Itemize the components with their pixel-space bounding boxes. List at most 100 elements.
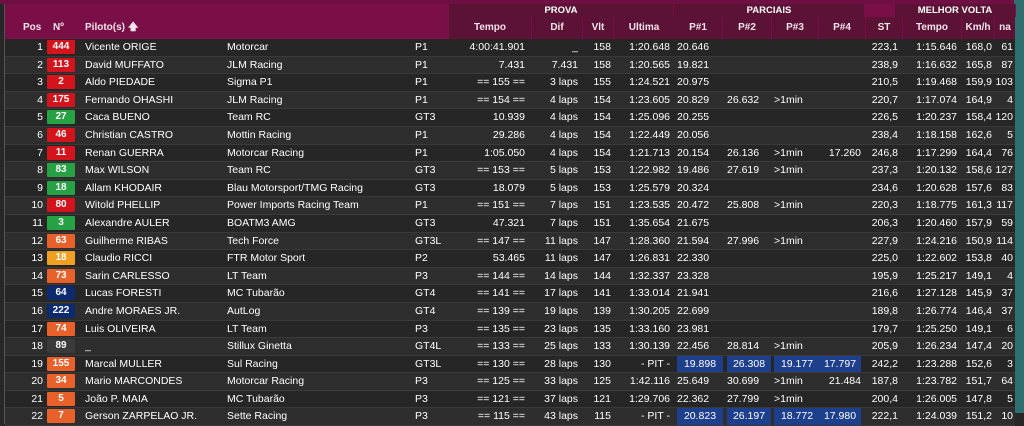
cell-cat: P1 [415, 93, 428, 106]
cell-dif: 23 laps [544, 322, 578, 335]
table-row[interactable]: 155 19 Marcal MULLER Sul Racing GT3L == 130 =… [5, 355, 1015, 374]
cell-na: 4 [1007, 269, 1013, 282]
cell-vlt: 158 [593, 58, 611, 71]
cell-ultima: 1:32.337 [629, 269, 670, 282]
table-row[interactable]: 74 17 Luis OLIVEIRA LT Team P3 == 135 == 23 la… [5, 320, 1015, 339]
cell-tempo: 7.431 [498, 58, 525, 71]
car-number-badge: 2 [47, 75, 75, 90]
car-number-badge: 27 [47, 110, 75, 125]
cell-mv: 1:17.074 [916, 93, 957, 106]
header-pos[interactable]: Pos [23, 17, 47, 39]
header-mv-tempo[interactable]: Tempo [903, 17, 961, 39]
cell-piloto: Sarin CARLESSO [85, 269, 170, 282]
table-row[interactable]: 73 14 Sarin CARLESSO LT Team P3 == 144 == 14 l… [5, 267, 1015, 286]
table-row[interactable]: 46 6 Christian CASTRO Mottin Racing P1 29.286… [5, 126, 1015, 145]
cell-p2: 30.699 [727, 375, 760, 388]
cell-p1: 21.941 [677, 287, 710, 300]
cell-mv: 1:20.237 [916, 111, 957, 124]
cell-mv: 1:18.775 [916, 199, 957, 212]
header-st[interactable]: ST [866, 17, 902, 39]
cell-dif: 33 laps [544, 375, 578, 388]
cell-pos: 9 [37, 181, 43, 194]
group-parciais: PARCIAIS [674, 4, 865, 17]
header-tempo[interactable]: Tempo [449, 17, 531, 39]
cell-kmh: 158,6 [965, 164, 992, 177]
header-dif[interactable]: Dif [532, 17, 582, 39]
cell-p1: 20.324 [677, 181, 710, 194]
table-row[interactable]: 175 4 Fernando OHASHI JLM Racing P1 == 154 ==… [5, 91, 1015, 110]
cell-na: 37 [1001, 287, 1013, 300]
cell-tempo: == 115 == [477, 410, 525, 423]
cell-cat: GT3 [415, 181, 436, 194]
cell-tempo: == 141 == [477, 287, 525, 300]
cell-kmh: 147,8 [965, 392, 992, 405]
table-row[interactable]: 64 15 Lucas FORESTI MC Tubarão GT4 == 141 == 1… [5, 285, 1015, 303]
cell-dif: 4 laps [549, 146, 578, 159]
cell-p4 [819, 197, 861, 214]
cell-tempo: 53.465 [492, 252, 525, 265]
table-row[interactable]: 83 8 Max WILSON Team RC GT3 == 153 == 5 laps 15… [5, 162, 1015, 180]
table-row[interactable]: 27 5 Caca BUENO Team RC GT3 10.939 4 laps 154 1:… [5, 109, 1015, 127]
cell-p4 [819, 338, 861, 355]
car-number-badge: 3 [47, 215, 75, 230]
cell-na: 40 [1001, 252, 1013, 265]
cell-pos: 4 [37, 93, 43, 106]
table-row[interactable]: 444 1 Vicente ORIGE Motorcar P1 4:00:41.901 _ 1… [5, 39, 1015, 57]
cell-pos: 1 [37, 41, 43, 53]
table-row[interactable]: 80 10 Witold PHELLIP Power Imports Racing T… [5, 197, 1015, 215]
header-kmh[interactable]: Km/h [962, 17, 994, 39]
table-row[interactable]: 113 2 David MUFFATO JLM Racing P1 7.431 7.431 1… [5, 56, 1015, 75]
header-piloto[interactable]: Piloto(s) 🡅 [85, 17, 205, 39]
cell-ultima: 1:33.014 [629, 287, 670, 300]
header-p4[interactable]: P#4 [819, 17, 865, 39]
header-ultima[interactable]: Ultima [614, 17, 674, 39]
header-num[interactable]: Nº [53, 17, 73, 39]
table-row[interactable]: 18 13 Claudio RICCI FTR Motor Sport P2 53.465… [5, 250, 1015, 268]
cell-p3: 19.177 [774, 355, 820, 373]
cell-st: 222,1 [871, 410, 898, 423]
cell-p4 [819, 39, 861, 56]
car-number-badge: 5 [47, 391, 75, 406]
cell-dif: 7.431 [551, 58, 578, 71]
results-rows: 444 1 Vicente ORIGE Motorcar P1 4:00:41.901 _ 1… [5, 39, 1015, 426]
cell-ultima: 1:25.096 [629, 111, 670, 124]
table-row[interactable]: 5 21 João P. MAIA MC Tubarão P3 == 121 == 37 l… [5, 390, 1015, 409]
table-row[interactable]: 18 9 Allam KHODAIR Blau Motorsport/TMG Raci… [5, 179, 1015, 198]
cell-dif: 11 laps [544, 252, 578, 265]
cell-vlt: 121 [593, 392, 611, 405]
table-row[interactable]: 11 7 Renan GUERRA Motorcar Racing P1 1:05.050… [5, 144, 1015, 163]
cell-pos: 11 [32, 216, 43, 229]
cell-equipe: Blau Motorsport/TMG Racing [227, 181, 363, 194]
cell-mv: 1:20.460 [916, 216, 957, 229]
cell-kmh: 152,6 [965, 357, 992, 370]
cell-ultima: 1:23.535 [629, 199, 670, 212]
table-row[interactable]: 34 20 Mario MARCONDES Motorcar Racing P3 == 1… [5, 373, 1015, 391]
header-vlt[interactable]: Vlt [583, 17, 613, 39]
table-row[interactable]: 89 18 _ Stillux Ginetta GT4L == 133 == 25 laps… [5, 338, 1015, 356]
cell-p4 [819, 321, 861, 338]
cell-ultima: 1:33.160 [629, 322, 670, 335]
table-row[interactable]: 222 16 Andre MORAES JR. AutLog GT4 == 139 == 1… [5, 302, 1015, 321]
table-row[interactable]: 2 3 Aldo PIEDADE Sigma P1 P1 == 155 == 3 laps 1… [5, 74, 1015, 92]
cell-p3 [774, 268, 820, 285]
cell-piloto: Allam KHODAIR [85, 181, 163, 194]
table-row[interactable]: 63 12 Guilherme RIBAS Tech Force GT3L == 147 … [5, 232, 1015, 251]
cell-piloto: Max WILSON [85, 164, 150, 177]
cell-cat: P3 [415, 392, 428, 405]
header-p1[interactable]: P#1 [674, 17, 722, 39]
cell-p2 [727, 285, 771, 302]
cell-pos: 16 [31, 304, 43, 317]
cell-vlt: 153 [593, 181, 611, 194]
table-row[interactable]: 3 11 Alexandre AULER BOATM3 AMG GT3 47.321 7 l… [5, 214, 1015, 233]
cell-piloto: Marcal MULLER [85, 357, 163, 370]
header-p2[interactable]: P#2 [723, 17, 771, 39]
cell-piloto: Fernando OHASHI [85, 93, 174, 106]
car-number-badge: 18 [47, 180, 75, 195]
cell-st: 179,7 [871, 322, 898, 335]
table-row[interactable]: 7 22 Gerson ZARPELAO JR. Sette Racing P3 == 1… [5, 408, 1015, 426]
cell-tempo: == 125 == [477, 375, 525, 388]
header-p3[interactable]: P#3 [772, 17, 818, 39]
cell-p2 [727, 109, 771, 126]
cell-kmh: 146,4 [965, 304, 992, 317]
header-na[interactable]: na [995, 17, 1015, 39]
